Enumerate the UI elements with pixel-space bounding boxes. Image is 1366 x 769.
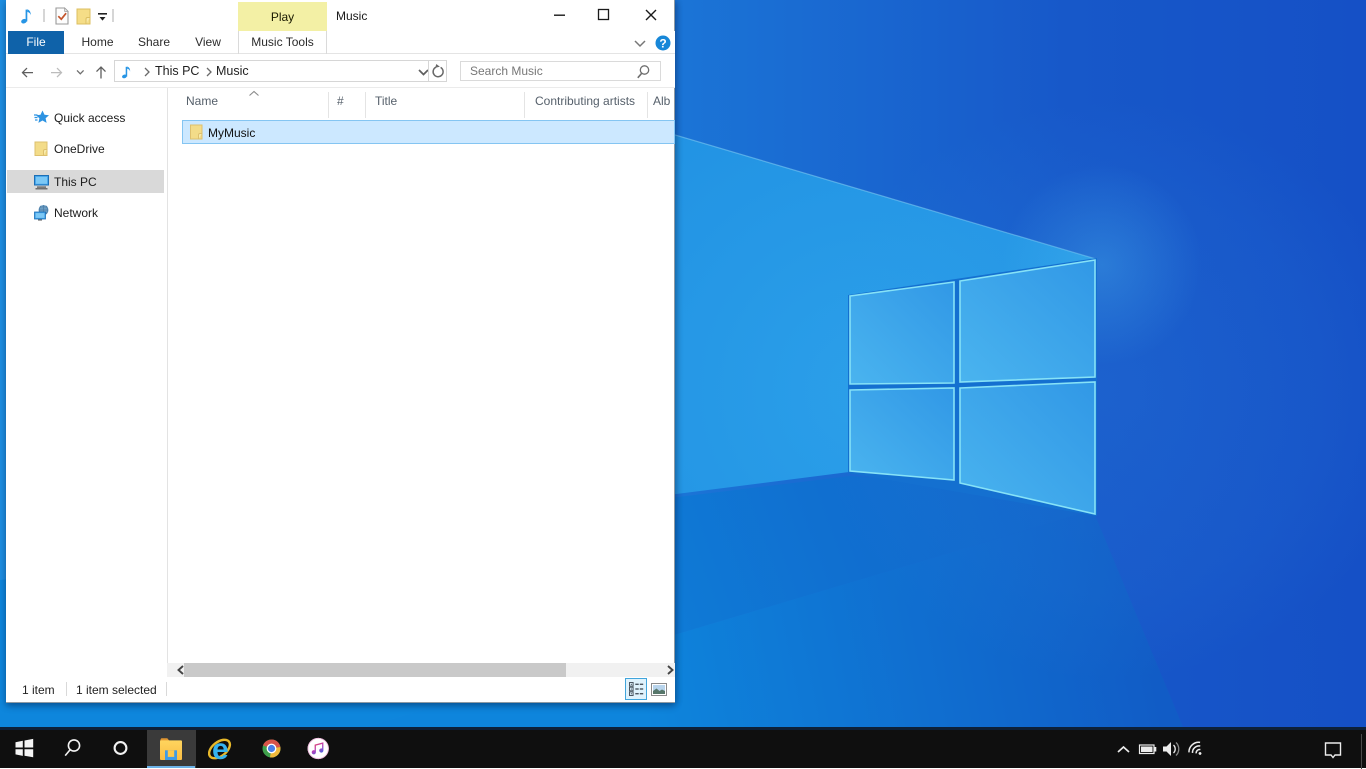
svg-text:?: ? [659, 37, 666, 51]
svg-text:e: e [212, 733, 229, 766]
